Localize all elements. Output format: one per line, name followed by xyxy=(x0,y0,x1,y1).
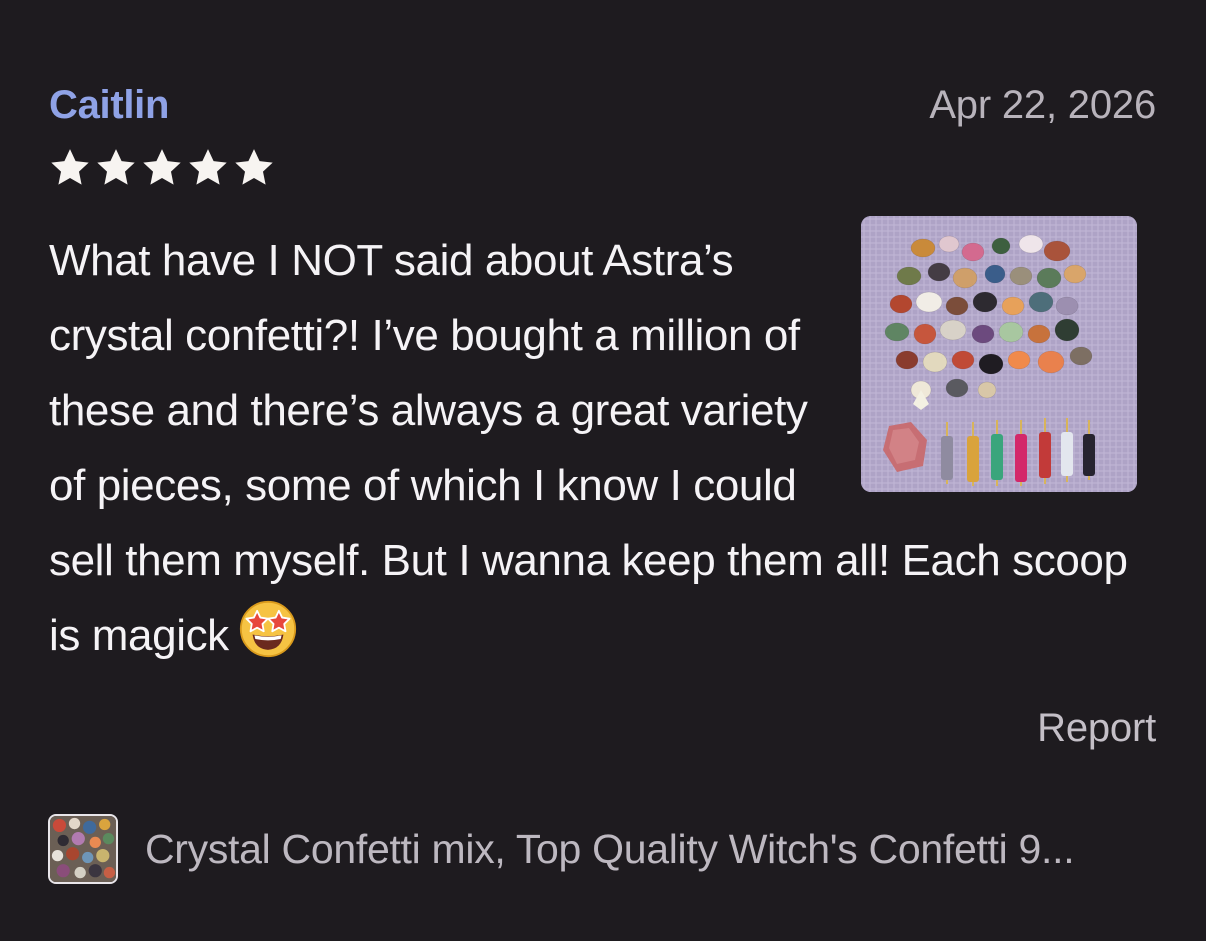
previous-review-edge xyxy=(130,0,220,4)
reviewer-name[interactable]: Caitlin xyxy=(49,83,169,128)
product-title[interactable]: Crystal Confetti mix, Top Quality Witch'… xyxy=(145,826,1075,873)
star-struck-emoji-icon xyxy=(239,600,297,658)
star-rating xyxy=(48,146,276,190)
product-link[interactable]: Crystal Confetti mix, Top Quality Witch'… xyxy=(48,811,1158,887)
star-icon xyxy=(232,146,276,190)
review-date: Apr 22, 2026 xyxy=(929,83,1156,127)
report-link[interactable]: Report xyxy=(1037,706,1156,751)
review-body: What have I NOT said about Astra’s cryst… xyxy=(49,216,1159,673)
product-thumbnail[interactable] xyxy=(48,814,118,884)
star-icon xyxy=(186,146,230,190)
review-photo[interactable] xyxy=(861,216,1137,492)
star-icon xyxy=(48,146,92,190)
star-icon xyxy=(140,146,184,190)
star-icon xyxy=(94,146,138,190)
review-card: Caitlin Apr 22, 2026 What have I NOT sai… xyxy=(0,0,1206,941)
